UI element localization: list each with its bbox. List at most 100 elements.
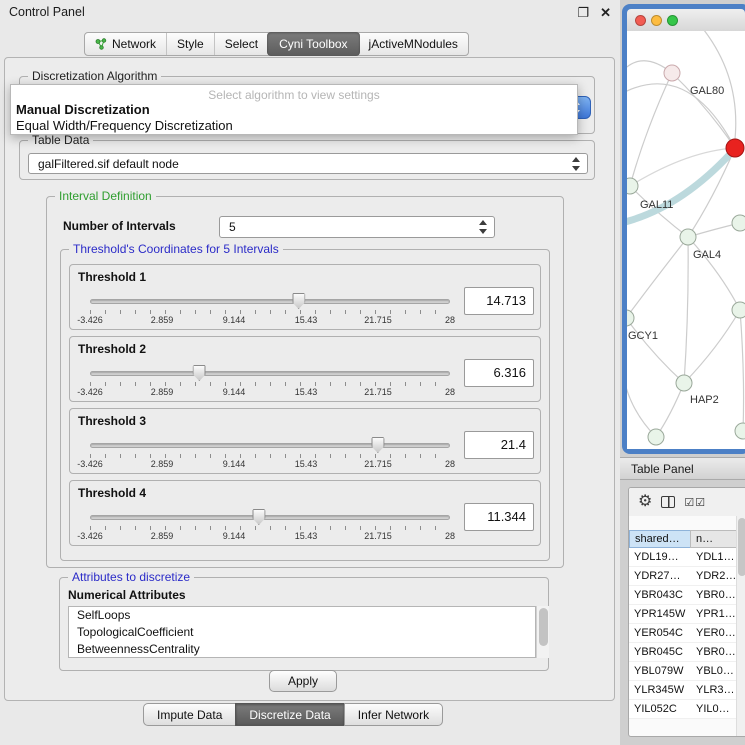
table-cell[interactable]: YLR345W — [629, 681, 691, 699]
attribute-item[interactable]: TopologicalCoefficient — [69, 624, 535, 641]
threshold-2-slider[interactable]: -3.426 2.859 9.144 15.43 21.715 28 — [84, 363, 456, 401]
network-edge[interactable] — [684, 237, 688, 383]
column-header-shared[interactable]: shared… — [629, 530, 691, 548]
network-edge[interactable] — [627, 237, 688, 318]
threshold-4-slider[interactable]: -3.426 2.859 9.144 15.43 21.715 28 — [84, 507, 456, 545]
network-canvas[interactable]: GAL80GAL11GAL4GCY1HAP2 — [627, 31, 745, 449]
slider-thumb[interactable] — [371, 437, 384, 453]
table-cell[interactable]: YBL079W — [629, 662, 691, 680]
tab-infer-network[interactable]: Infer Network — [344, 703, 443, 726]
table-row[interactable]: YIL052CYIL0… — [629, 700, 745, 719]
table-cell[interactable]: YER054C — [629, 624, 691, 642]
slider-scale: -3.426 2.859 9.144 15.43 21.715 28 — [90, 531, 450, 543]
table-row[interactable]: YBR043CYBR0… — [629, 586, 745, 605]
network-node[interactable] — [732, 302, 745, 318]
network-node[interactable] — [680, 229, 696, 245]
slider-track[interactable] — [90, 371, 450, 376]
slider-track[interactable] — [90, 515, 450, 520]
table-scrollbar[interactable] — [736, 516, 745, 736]
attributes-group: Attributes to discretize Numerical Attri… — [59, 577, 549, 671]
network-node[interactable] — [732, 215, 745, 231]
tab-cyni-toolbox[interactable]: Cyni Toolbox — [267, 32, 359, 56]
network-node[interactable] — [627, 310, 634, 326]
table-data-combo-value: galFiltered.sif default node — [38, 157, 179, 171]
tab-impute-data[interactable]: Impute Data — [143, 703, 236, 726]
tab-select[interactable]: Select — [214, 33, 268, 55]
table-row[interactable]: YDR27…YDR2… — [629, 567, 745, 586]
float-window-icon[interactable]: ❐ — [577, 6, 589, 19]
table-data-combo[interactable]: galFiltered.sif default node — [28, 153, 588, 174]
attribute-item[interactable]: SelfLoops — [69, 607, 535, 624]
network-node[interactable] — [676, 375, 692, 391]
table-cell[interactable]: YPR145W — [629, 605, 691, 623]
network-edge[interactable] — [627, 318, 684, 383]
network-edge[interactable] — [740, 310, 744, 431]
threshold-3-label: Threshold 3 — [78, 414, 146, 428]
threshold-1-slider[interactable]: -3.426 2.859 9.144 15.43 21.715 28 — [84, 291, 456, 329]
network-window-titlebar[interactable] — [627, 9, 745, 31]
table-cell[interactable]: YDL19… — [629, 548, 691, 566]
slider-scale: -3.426 2.859 9.144 15.43 21.715 28 — [90, 459, 450, 471]
gear-icon[interactable]: ⚙ — [638, 494, 652, 510]
number-of-intervals-combo[interactable]: 5 — [219, 216, 495, 238]
tab-discretize-data[interactable]: Discretize Data — [235, 703, 344, 726]
slider-thumb[interactable] — [193, 365, 206, 381]
zoom-traffic-light[interactable] — [667, 15, 678, 26]
columns-icon[interactable] — [661, 496, 675, 508]
table-row[interactable]: YDL19…YDL1… — [629, 548, 745, 567]
algorithm-option-manual[interactable]: Manual Discretization — [16, 102, 150, 117]
table-cell[interactable]: YBR043C — [629, 586, 691, 604]
table-row[interactable]: YBL079WYBL0… — [629, 662, 745, 681]
slider-thumb[interactable] — [252, 509, 265, 525]
table-panel-title: Table Panel — [631, 462, 694, 476]
threshold-2-value[interactable]: 6.316 — [464, 359, 534, 387]
table-row[interactable]: YER054CYER0… — [629, 624, 745, 643]
tab-style[interactable]: Style — [166, 33, 214, 55]
table-data-group-title: Table Data — [28, 133, 93, 147]
table-row[interactable]: YLR345WYLR3… — [629, 681, 745, 700]
network-edge[interactable] — [688, 148, 735, 237]
network-edge[interactable] — [656, 383, 684, 437]
table-row[interactable]: YPR145WYPR1… — [629, 605, 745, 624]
network-edge[interactable] — [684, 310, 740, 383]
threshold-4-value[interactable]: 11.344 — [464, 503, 534, 531]
attributes-scrollbar[interactable] — [536, 606, 549, 658]
threshold-4-label: Threshold 4 — [78, 486, 146, 500]
numerical-attributes-list[interactable]: SelfLoopsTopologicalCoefficientBetweenne… — [68, 606, 536, 658]
table-row[interactable]: YBR045CYBR0… — [629, 643, 745, 662]
threshold-3-slider[interactable]: -3.426 2.859 9.144 15.43 21.715 28 — [84, 435, 456, 473]
slider-track[interactable] — [90, 443, 450, 448]
attribute-item[interactable]: BetweennessCentrality — [69, 641, 535, 658]
threshold-1-label: Threshold 1 — [78, 270, 146, 284]
table-cell[interactable]: YDR27… — [629, 567, 691, 585]
apply-button[interactable]: Apply — [269, 670, 337, 692]
tab-network[interactable]: Network — [85, 33, 166, 55]
network-node[interactable] — [726, 139, 744, 157]
tab-jactivemnodules[interactable]: jActiveMNodules — [359, 33, 468, 55]
network-node[interactable] — [648, 429, 664, 445]
close-traffic-light[interactable] — [635, 15, 646, 26]
threshold-2-label: Threshold 2 — [78, 342, 146, 356]
network-edge[interactable] — [688, 237, 740, 310]
table-header-row: shared… n… — [629, 530, 745, 548]
threshold-1-value[interactable]: 14.713 — [464, 287, 534, 315]
threshold-3-value[interactable]: 21.4 — [464, 431, 534, 459]
close-icon[interactable]: ✕ — [600, 6, 611, 19]
table-cell[interactable]: YIL052C — [629, 700, 691, 718]
slider-thumb[interactable] — [292, 293, 305, 309]
network-node[interactable] — [664, 65, 680, 81]
algorithm-placeholder: Select algorithm to view settings — [11, 88, 577, 102]
checkbox-icons[interactable]: ☑☑ — [684, 496, 706, 509]
scrollbar-thumb[interactable] — [539, 608, 548, 646]
numerical-attributes-heading: Numerical Attributes — [68, 588, 186, 602]
slider-track[interactable] — [90, 299, 450, 304]
table-cell[interactable]: YBR045C — [629, 643, 691, 661]
network-node[interactable] — [627, 178, 638, 194]
network-edge[interactable] — [630, 73, 672, 186]
network-node[interactable] — [735, 423, 745, 439]
algorithm-option-equal-width[interactable]: Equal Width/Frequency Discretization — [16, 118, 233, 133]
network-edge[interactable] — [627, 153, 731, 223]
minimize-traffic-light[interactable] — [651, 15, 662, 26]
network-node-label: GCY1 — [628, 330, 658, 342]
scrollbar-thumb[interactable] — [738, 518, 745, 576]
